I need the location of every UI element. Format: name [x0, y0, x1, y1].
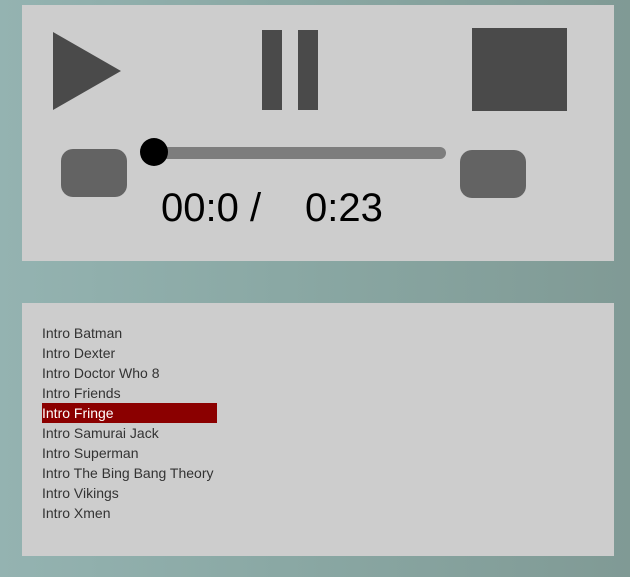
player-panel: 00:0 / 0:23 — [22, 5, 614, 261]
pause-bar-right — [298, 30, 318, 110]
progress-track[interactable] — [153, 147, 446, 159]
pause-icon[interactable] — [262, 30, 319, 110]
progress-thumb[interactable] — [140, 138, 168, 166]
track-item[interactable]: Intro Vikings — [42, 483, 217, 503]
track-item[interactable]: Intro Doctor Who 8 — [42, 363, 217, 383]
stop-icon[interactable] — [472, 28, 567, 111]
playlist-panel: Intro Batman Intro Dexter Intro Doctor W… — [22, 303, 614, 556]
track-item[interactable]: Intro Superman — [42, 443, 217, 463]
track-item[interactable]: Intro Batman — [42, 323, 217, 343]
previous-button[interactable] — [61, 149, 127, 197]
play-icon[interactable] — [53, 32, 121, 110]
track-list: Intro Batman Intro Dexter Intro Doctor W… — [42, 323, 217, 523]
next-button[interactable] — [460, 150, 526, 198]
track-item[interactable]: Intro Xmen — [42, 503, 217, 523]
track-item[interactable]: Intro Friends — [42, 383, 217, 403]
track-item[interactable]: Intro Dexter — [42, 343, 217, 363]
track-item-active[interactable]: Intro Fringe — [42, 403, 217, 423]
total-time: 0:23 — [305, 186, 383, 230]
track-item[interactable]: Intro The Bing Bang Theory — [42, 463, 217, 483]
track-item[interactable]: Intro Samurai Jack — [42, 423, 217, 443]
current-time: 00:0 / — [161, 186, 262, 230]
pause-bar-left — [262, 30, 282, 110]
